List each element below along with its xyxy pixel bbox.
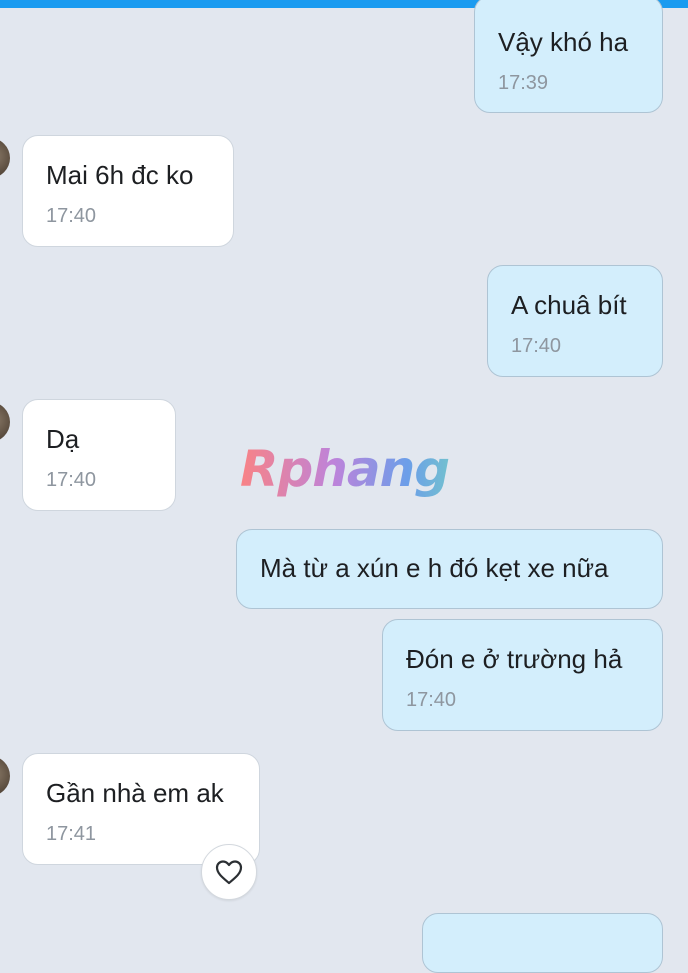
message-text: A chuâ bít [511,290,627,320]
avatar[interactable] [0,402,10,442]
message-time: 17:40 [46,469,97,491]
message-bubble-outgoing[interactable]: A chuâ bít 17:40 [487,265,663,377]
message-text: Mai 6h đc ko [46,160,194,190]
message-bubble-incoming[interactable]: Mai 6h đc ko 17:40 [22,135,234,247]
message-text: Đón e ở trường hả [406,644,623,674]
message-text: Vậy khó ha [498,27,629,57]
message-time: 17:40 [511,335,562,357]
watermark-logo: Rphang [240,440,450,498]
message-bubble-outgoing[interactable]: Mà từ a xún e h đó kẹt xe nữa [236,529,663,609]
message-time: 17:41 [46,823,97,845]
message-text: Gần nhà em ak [46,778,224,808]
heart-icon [214,858,244,886]
message-bubble-outgoing[interactable]: Vậy khó ha 17:39 [474,0,663,113]
message-text: Dạ [46,424,80,454]
message-bubble-incoming[interactable]: Dạ 17:40 [22,399,176,511]
message-time: 17:40 [46,205,97,227]
avatar[interactable] [0,756,10,796]
message-text: Mà từ a xún e h đó kẹt xe nữa [260,553,609,583]
message-bubble-outgoing[interactable]: Đón e ở trường hả 17:40 [382,619,663,731]
message-time: 17:40 [406,689,457,711]
react-heart-button[interactable] [201,844,257,900]
message-time: 17:39 [498,72,549,94]
avatar[interactable] [0,138,10,178]
message-bubble-outgoing-partial[interactable] [422,913,663,973]
